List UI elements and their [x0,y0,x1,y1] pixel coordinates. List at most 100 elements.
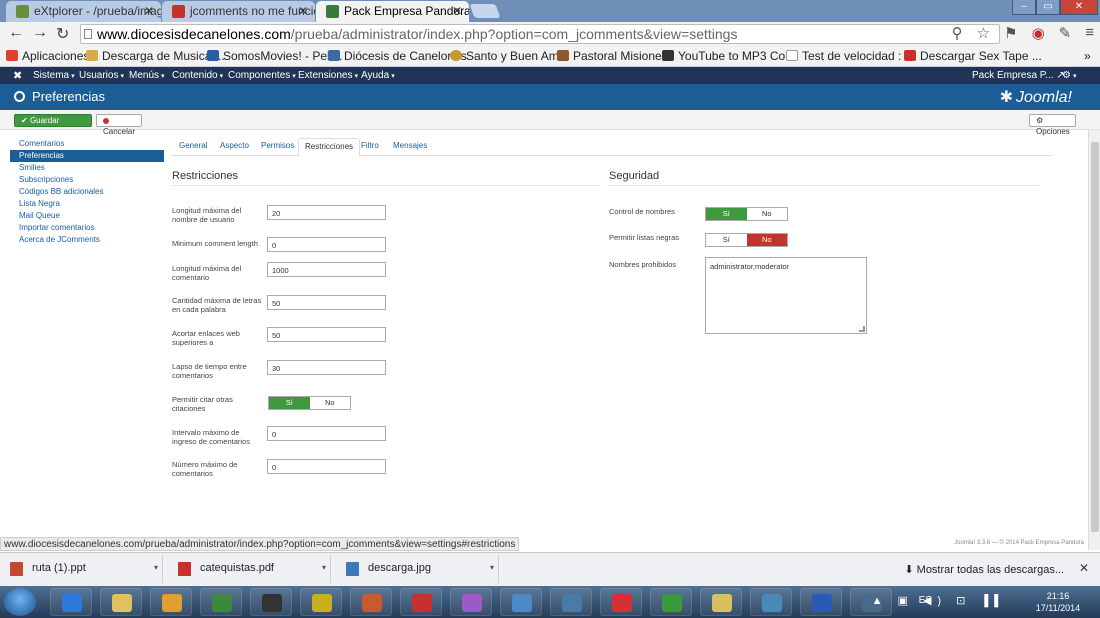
close-downloads-icon[interactable]: ✕ [1079,561,1089,575]
taskbar-app-button[interactable] [800,588,842,616]
taskbar-app-button[interactable] [550,588,592,616]
shorten-links-input[interactable]: 50 [267,327,386,342]
sidebar-item-comentarios[interactable]: Comentarios [10,138,164,150]
max-interval-input[interactable]: 0 [267,426,386,441]
taskbar-app-button[interactable] [650,588,692,616]
bookmark-item[interactable]: Santo y Buen Amor [450,49,569,63]
options-button[interactable]: ⚙ Opciones [1029,114,1076,136]
minimize-button[interactable]: ‒ [1012,0,1036,15]
more-bookmarks-icon[interactable]: » [1084,49,1091,63]
flood-time-input[interactable]: 30 [267,360,386,375]
taskbar-app-button[interactable] [50,588,92,616]
menu-sistema[interactable]: Sistema ▾ [33,70,75,81]
back-arrow-icon[interactable]: ← [8,24,24,42]
tab-filtro[interactable]: Filtro [361,141,379,150]
max-comment-length-input[interactable]: 1000 [267,262,386,277]
bookmark-item[interactable]: YouTube to MP3 Co... [662,49,795,63]
no-option[interactable]: No [746,234,787,246]
extension-icon[interactable]: ⚑ [1004,24,1017,42]
menu-contenido[interactable]: Contenido ▾ [172,70,223,81]
bookmark-item[interactable]: Pastoral Misionera [557,49,672,63]
maximize-button[interactable]: ▭ [1036,0,1060,15]
sidebar-item-mail-queue[interactable]: Mail Queue [10,210,164,222]
tab-close-icon[interactable]: ✕ [144,4,154,18]
no-option[interactable]: No [746,208,787,220]
taskbar-app-button[interactable] [250,588,292,616]
sidebar-item-acerca[interactable]: Acerca de JComments [10,234,164,246]
taskbar-app-button[interactable] [400,588,442,616]
menu-extensiones[interactable]: Extensiones ▾ [298,70,358,81]
sidebar-item-subscripciones[interactable]: Subscripciones [10,174,164,186]
max-username-length-input[interactable]: 20 [267,205,386,220]
menu-menus[interactable]: Menús ▾ [129,70,165,81]
close-window-button[interactable]: ✕ [1060,0,1098,15]
start-button[interactable] [4,588,36,616]
browser-tab-jcomments[interactable]: jcomments no me funcion ✕ [162,1,315,22]
tab-close-icon[interactable]: ✕ [298,4,308,18]
taskbar-app-button[interactable] [700,588,742,616]
bookmark-item[interactable]: Descarga de Musica ... [86,49,225,63]
bookmark-item[interactable]: Diócesis de Canelones [328,49,467,63]
opera-icon[interactable]: ◉ [1032,24,1045,42]
sidebar-item-importar[interactable]: Importar comentarios [10,222,164,234]
taskbar-app-button[interactable] [100,588,142,616]
taskbar-app-button[interactable] [450,588,492,616]
clock[interactable]: 21:16 17/11/2014 [1028,590,1088,614]
menu-icon[interactable]: ≡ [1085,24,1094,42]
tool-icon[interactable]: ✎ [1059,24,1072,42]
yes-option[interactable]: Sí [269,397,310,409]
browser-tab-extplorer[interactable]: eXtplorer - /prueba/image ✕ [6,1,161,22]
show-all-downloads-link[interactable]: ⬇ Mostrar todas las descargas... [904,563,1064,576]
tab-aspecto[interactable]: Aspecto [220,141,249,150]
yes-option[interactable]: Sí [706,208,747,220]
page-scrollbar[interactable] [1088,130,1100,550]
user-menu-gear-icon[interactable]: ⚙ ▾ [1062,70,1076,81]
search-icon[interactable]: ⚲ [952,24,963,42]
yes-option[interactable]: Sí [706,234,747,246]
save-button[interactable]: ✔ Guardar [14,114,92,127]
forbidden-names-textarea[interactable]: administrator,moderator [705,257,867,334]
resize-grip-icon[interactable] [859,326,865,332]
taskbar-app-button[interactable] [300,588,342,616]
bookmark-item[interactable]: Aplicaciones [6,49,89,63]
sidebar-item-lista-negra[interactable]: Lista Negra [10,198,164,210]
joomla-logo-icon[interactable]: ✖ [13,69,22,82]
new-tab-button[interactable] [469,4,501,18]
max-comments-input[interactable]: 0 [267,459,386,474]
bookmark-item[interactable]: Test de velocidad : ... [786,49,915,63]
min-comment-length-input[interactable]: 0 [267,237,386,252]
chevron-down-icon[interactable]: ▾ [322,563,326,572]
tray-icons[interactable]: ▲ ▣ ◀) ⊡ ▐▌ [872,594,1008,607]
no-option[interactable]: No [309,397,350,409]
max-word-length-input[interactable]: 50 [267,295,386,310]
tab-mensajes[interactable]: Mensajes [393,141,427,150]
taskbar-app-button[interactable] [500,588,542,616]
taskbar-app-button[interactable] [150,588,192,616]
taskbar-app-button[interactable] [750,588,792,616]
bookmark-item[interactable]: SomosMovies! - Peli... [207,49,342,63]
sidebar-item-preferencias[interactable]: Preferencias [10,150,164,162]
forward-arrow-icon[interactable]: → [32,24,48,42]
chevron-down-icon[interactable]: ▾ [154,563,158,572]
tab-general[interactable]: General [179,141,207,150]
sidebar-item-smilies[interactable]: Smilies [10,162,164,174]
bookmark-item[interactable]: Descargar Sex Tape ... [904,49,1042,63]
chevron-down-icon[interactable]: ▾ [490,563,494,572]
cancel-button[interactable]: Cancelar [96,114,142,136]
browser-tab-pandora[interactable]: Pack Empresa Pandora - A ✕ [316,1,469,22]
menu-usuarios[interactable]: Usuarios ▾ [79,70,124,81]
download-item[interactable]: catequistas.pdf ▾ [168,555,331,583]
taskbar-app-button[interactable] [200,588,242,616]
tab-restricciones[interactable]: Restricciones [298,138,361,157]
tab-close-icon[interactable]: ✕ [452,4,462,18]
taskbar-app-button[interactable] [350,588,392,616]
menu-ayuda[interactable]: Ayuda ▾ [361,70,395,81]
download-item[interactable]: ruta (1).ppt ▾ [0,555,163,583]
sidebar-item-codigos-bb[interactable]: Códigos BB adicionales [10,186,164,198]
taskbar-app-button[interactable] [600,588,642,616]
reload-icon[interactable]: ↻ [56,24,69,44]
star-icon[interactable]: ☆ [977,24,990,42]
site-name-link[interactable]: Pack Empresa P... ↗ [972,70,1065,81]
menu-componentes[interactable]: Componentes ▾ [228,70,296,81]
url-input[interactable]: www.diocesisdecanelones.com/prueba/admin… [80,24,1000,44]
